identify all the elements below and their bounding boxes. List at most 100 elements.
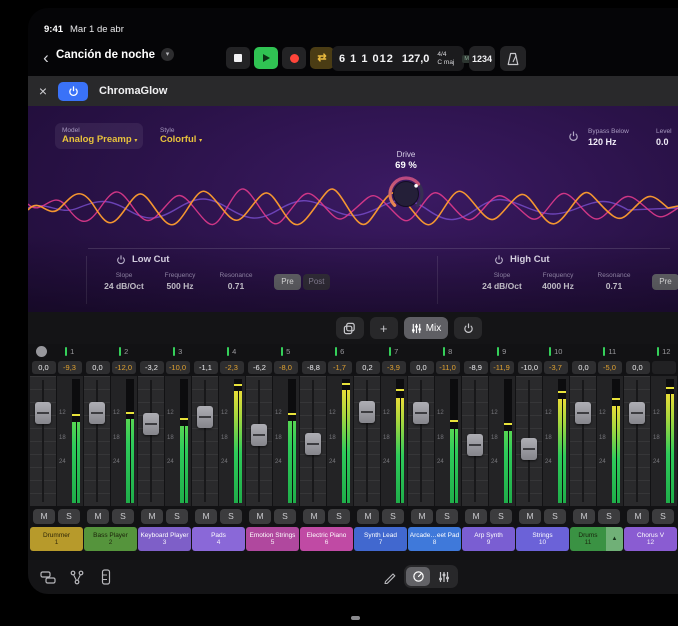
track-name-tab[interactable]: Bass Player 2 [84, 527, 137, 551]
channel-volume-value[interactable]: 0,2 [356, 361, 380, 374]
back-button[interactable]: ‹ [38, 46, 54, 70]
mute-button[interactable]: M [33, 509, 55, 524]
fader-handle[interactable] [197, 406, 213, 428]
track-name-tab[interactable]: Electric Piano 6 [300, 527, 353, 551]
channel-volume-value[interactable]: -6,2 [248, 361, 272, 374]
channel-fader[interactable] [192, 376, 218, 506]
channel-peak-value[interactable]: -1,7 [328, 361, 352, 374]
channel-volume-value[interactable]: 0,0 [572, 361, 596, 374]
fader-handle[interactable] [251, 424, 267, 446]
channel-fader[interactable] [246, 376, 272, 506]
track-name-tab[interactable]: Pads 4 [192, 527, 245, 551]
bypass-below-control[interactable]: Bypass Below 120 Hz [588, 128, 629, 147]
low-cut-pre-button[interactable]: Pre [274, 274, 301, 290]
fader-handle[interactable] [629, 402, 645, 424]
solo-button[interactable]: S [652, 509, 674, 524]
mute-button[interactable]: M [249, 509, 271, 524]
fader-handle[interactable] [575, 402, 591, 424]
channel-peak-value[interactable]: -2,3 [220, 361, 244, 374]
high-cut-pre-button[interactable]: Pre [652, 274, 678, 290]
bypass-power-icon[interactable] [568, 131, 579, 142]
low-cut-power-icon[interactable] [116, 255, 126, 265]
solo-button[interactable]: S [112, 509, 134, 524]
controls-view-button[interactable] [406, 567, 430, 586]
high-cut-slope[interactable]: Slope 24 dB/Oct [480, 272, 524, 291]
channel-fader[interactable] [462, 376, 488, 506]
play-button[interactable] [254, 47, 278, 69]
solo-button[interactable]: S [220, 509, 242, 524]
track-name-tab[interactable]: Drums 11 ▲ [570, 527, 623, 551]
channel-fader[interactable] [84, 376, 110, 506]
track-name-tab[interactable]: Arp Synth 9 [462, 527, 515, 551]
mute-button[interactable]: M [627, 509, 649, 524]
solo-button[interactable]: S [544, 509, 566, 524]
low-cut-slope[interactable]: Slope 24 dB/Oct [102, 272, 146, 291]
track-name-tab[interactable]: Arcade…eet Pad 8 [408, 527, 461, 551]
channel-volume-value[interactable]: 0,0 [86, 361, 110, 374]
fader-handle[interactable] [521, 438, 537, 460]
mute-button[interactable]: M [303, 509, 325, 524]
solo-button[interactable]: S [436, 509, 458, 524]
track-name-tab[interactable]: Drummer 1 [30, 527, 83, 551]
plugin-power-button[interactable] [58, 82, 88, 101]
channel-peak-value[interactable]: -5,0 [598, 361, 622, 374]
channel-volume-value[interactable]: -1,1 [194, 361, 218, 374]
channel-fader[interactable] [354, 376, 380, 506]
track-name-tab[interactable]: Keyboard Player 3 [138, 527, 191, 551]
style-selector[interactable]: Style Colorful ▾ [160, 127, 202, 145]
channel-peak-value[interactable]: -3,7 [544, 361, 568, 374]
track-name-tab[interactable]: Strings 10 [516, 527, 569, 551]
level-control[interactable]: Level 0.0 [656, 128, 672, 147]
drive-knob[interactable] [386, 174, 426, 214]
stack-expand-button[interactable]: ▲ [606, 527, 623, 551]
lcd-display[interactable]: 6 1 1 012 127,0 4/4 C maj MIDI [332, 46, 464, 71]
channel-volume-value[interactable]: 0,0 [626, 361, 650, 374]
channel-peak-value[interactable]: -12,0 [112, 361, 136, 374]
solo-button[interactable]: S [166, 509, 188, 524]
count-in-button[interactable]: 1234 [469, 46, 495, 71]
mute-button[interactable]: M [141, 509, 163, 524]
channel-volume-value[interactable]: -8,9 [464, 361, 488, 374]
low-cut-post-button[interactable]: Post [303, 274, 330, 290]
mixer-menu-button[interactable] [36, 346, 47, 357]
loops-browser-button[interactable] [38, 567, 58, 587]
track-name-tab[interactable]: Synth Lead 7 [354, 527, 407, 551]
channel-fader[interactable] [624, 376, 650, 506]
channel-volume-value[interactable]: 0,0 [410, 361, 434, 374]
fader-handle[interactable] [413, 402, 429, 424]
channel-fader[interactable] [516, 376, 542, 506]
mute-button[interactable]: M [357, 509, 379, 524]
low-cut-resonance[interactable]: Resonance 0.71 [214, 272, 258, 291]
edit-pencil-button[interactable] [380, 567, 400, 587]
metronome-button[interactable] [500, 46, 526, 71]
fader-handle[interactable] [143, 413, 159, 435]
fader-handle[interactable] [305, 433, 321, 455]
channel-peak-value[interactable]: -11,0 [436, 361, 460, 374]
song-title-menu[interactable]: Canción de noche ▾ [56, 48, 174, 61]
channel-peak-value[interactable]: -11,9 [490, 361, 514, 374]
channel-volume-value[interactable]: -8,8 [302, 361, 326, 374]
solo-button[interactable]: S [274, 509, 296, 524]
drive-control[interactable]: Drive 69 % [373, 150, 439, 214]
fader-handle[interactable] [467, 434, 483, 456]
channel-volume-value[interactable]: 0,0 [32, 361, 56, 374]
cycle-button[interactable]: ⇄ [310, 47, 334, 69]
duplicate-button[interactable] [336, 317, 364, 339]
low-cut-frequency[interactable]: Frequency 500 Hz [158, 272, 202, 291]
high-cut-resonance[interactable]: Resonance 0.71 [592, 272, 636, 291]
faders-view-button[interactable] [432, 567, 456, 586]
model-selector[interactable]: Model Analog Preamp ▾ [55, 123, 143, 149]
mix-view-button[interactable]: Mix [404, 317, 449, 339]
fader-handle[interactable] [359, 401, 375, 423]
channel-fader[interactable] [300, 376, 326, 506]
solo-button[interactable]: S [598, 509, 620, 524]
add-track-button[interactable]: + [370, 317, 398, 339]
channel-peak-value[interactable] [652, 361, 676, 374]
channel-volume-value[interactable]: -10,0 [518, 361, 542, 374]
record-button[interactable] [282, 47, 306, 69]
mute-button[interactable]: M [87, 509, 109, 524]
mute-button[interactable]: M [573, 509, 595, 524]
channel-fader[interactable] [408, 376, 434, 506]
keyboard-button[interactable] [96, 567, 116, 587]
solo-button[interactable]: S [490, 509, 512, 524]
